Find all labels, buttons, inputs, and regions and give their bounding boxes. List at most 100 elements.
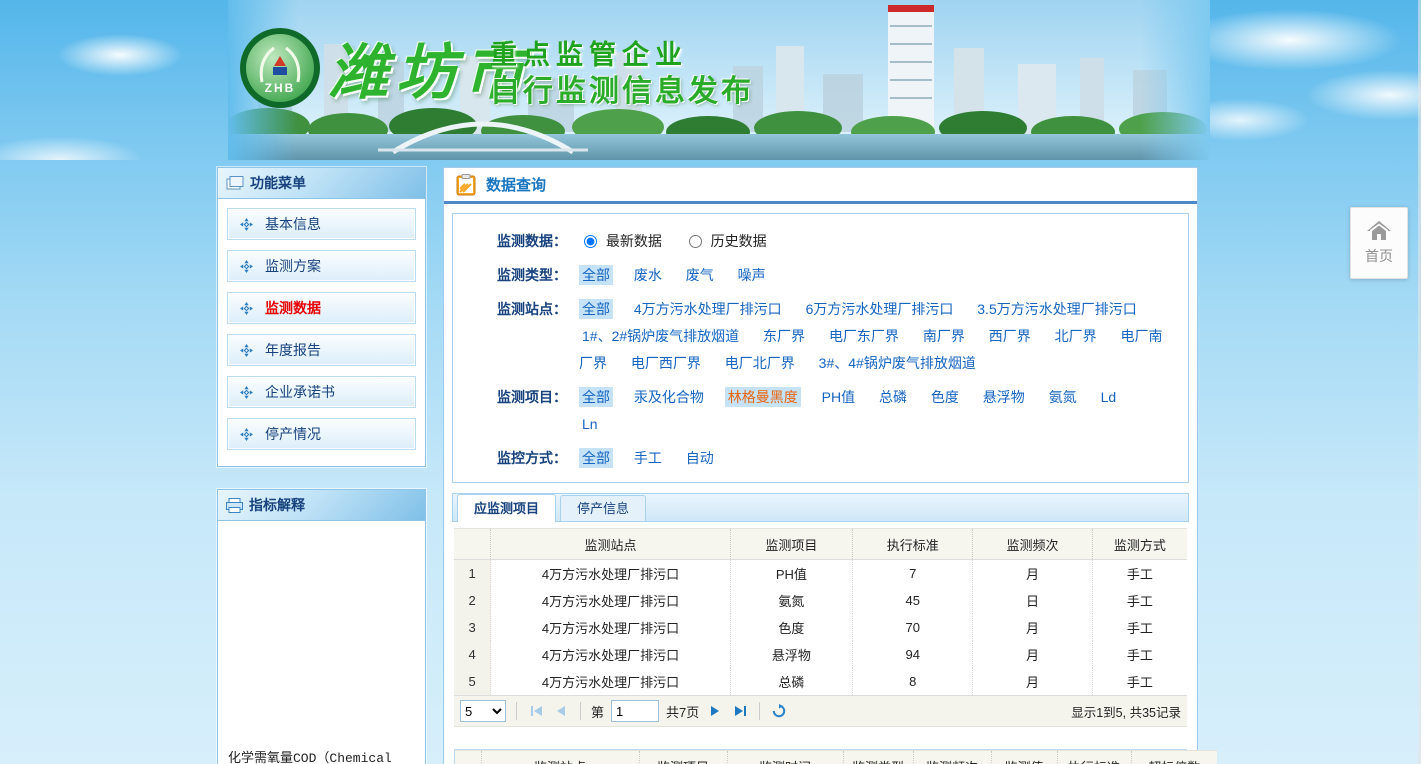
home-button[interactable]: 首页 [1350,207,1408,279]
filter-label: 监测数据： [497,228,579,255]
filter-option[interactable]: 全部 [579,299,613,319]
page-prefix-label: 第 [591,702,604,721]
home-label: 首页 [1365,246,1393,266]
cell: 月 [973,668,1092,695]
table2-header-row: 监测站点 监测项目 监测时间 监测类型 监测频次 监测值 执行标准 超标倍数 [455,751,1217,764]
cell: 4万方污水处理厂排污口 [491,614,731,641]
filter-option[interactable]: 1#、2#锅炉废气排放烟道 [579,326,742,346]
indicator-scrolling-text: 化学需氧量COD（Chemical Oxygen Demand [228,749,418,764]
city-skyline-image: ZHB 潍坊市 重点监管企业 自行监测信息发布 [228,0,1210,160]
filter-option[interactable]: 东厂界 [760,326,808,346]
page-size-select[interactable]: 5 [460,700,506,722]
table-row[interactable]: 24万方污水处理厂排污口氨氮45日手工 [454,587,1187,614]
filter-option[interactable]: 电厂北厂界 [722,353,798,373]
clipboard-icon [456,174,476,196]
cell: 3 [454,614,491,641]
tab-strip: 应监测项目 停产信息 [452,493,1189,522]
last-page-button[interactable] [731,702,749,720]
filter-option[interactable]: 南厂界 [920,326,968,346]
col-header: 监测站点 [481,751,639,764]
sidebar-item-monitor-plan[interactable]: 监测方案 [227,250,416,282]
filter-option[interactable]: 电厂西厂界 [628,353,704,373]
filter-option[interactable]: 电厂东厂界 [826,326,902,346]
col-header: 超标倍数 [1131,751,1217,764]
last-page-icon [734,705,747,717]
filter-option[interactable]: Ld [1098,387,1120,407]
cell: 5 [454,668,491,695]
cell: 4 [454,641,491,668]
filter-option[interactable]: 废气 [683,265,717,285]
filter-option[interactable]: 色度 [928,387,962,407]
filter-option[interactable]: 全部 [579,265,613,285]
filter-option[interactable]: 西厂界 [986,326,1034,346]
col-header: 监测值 [991,751,1057,764]
prev-page-icon [556,705,566,717]
indicator-panel: 指标解释 化学需氧量COD（Chemical Oxygen Demand [217,489,426,764]
filter-option[interactable]: PH值 [819,387,858,407]
filter-option[interactable]: 汞及化合物 [631,387,707,407]
page-title: 数据查询 [486,174,546,195]
filter-row-type: 监测类型： 全部 废水 废气 噪声 [497,262,1168,289]
first-page-icon [530,705,543,717]
table-row[interactable]: 34万方污水处理厂排污口色度70月手工 [454,614,1187,641]
radio-history-input[interactable] [689,235,702,248]
filter-option[interactable]: 废水 [631,265,665,285]
first-page-button[interactable] [527,702,545,720]
radio-history-data[interactable]: 历史数据 [684,233,767,249]
table-row[interactable]: 54万方污水处理厂排污口总磷8月手工 [454,668,1187,695]
filter-option-selected[interactable]: 林格曼黑度 [725,387,801,407]
page-number-input[interactable] [611,700,659,722]
filter-option[interactable]: 北厂界 [1052,326,1100,346]
cell: 70 [853,614,973,641]
filter-option[interactable]: 全部 [579,448,613,468]
table-row[interactable]: 44万方污水处理厂排污口悬浮物94月手工 [454,641,1187,668]
filter-option[interactable]: 全部 [579,387,613,407]
svg-text:ZHB: ZHB [265,81,296,95]
cell: PH值 [730,560,852,588]
tab-monitor-items[interactable]: 应监测项目 [457,494,556,522]
cell: 月 [973,560,1092,588]
table-row[interactable]: 14万方污水处理厂排污口PH值7月手工 [454,560,1187,588]
filter-option[interactable]: 噪声 [735,265,769,285]
filter-row-method: 监控方式： 全部 手工 自动 [497,445,1168,472]
radio-latest-input[interactable] [584,235,597,248]
prev-page-button[interactable] [552,702,570,720]
refresh-icon [772,704,786,718]
filter-option[interactable]: 3#、4#锅炉废气排放烟道 [816,353,979,373]
cell: 日 [973,587,1092,614]
sidebar-item-label: 企业承诺书 [265,382,335,402]
tab-shutdown-info[interactable]: 停产信息 [560,495,646,521]
refresh-button[interactable] [770,702,788,720]
banner-fade-right [1140,0,1210,160]
filter-option[interactable]: 总磷 [876,387,910,407]
cell: 悬浮物 [730,641,852,668]
sidebar-item-shutdown[interactable]: 停产情况 [227,418,416,450]
compass-arrows-icon [240,386,253,399]
cell: 4万方污水处理厂排污口 [491,641,731,668]
filter-option[interactable]: 悬浮物 [980,387,1028,407]
filter-option[interactable]: 6万方污水处理厂排污口 [803,299,957,319]
filter-box: 监测数据： 最新数据 历史数据 监测类型： 全部 废水 [452,213,1189,483]
sidebar-item-commitment[interactable]: 企业承诺书 [227,376,416,408]
cell: 手工 [1092,614,1187,641]
cell: 手工 [1092,668,1187,695]
filter-option[interactable]: 手工 [631,448,665,468]
sidebar-item-annual-report[interactable]: 年度报告 [227,334,416,366]
sidebar-item-basic-info[interactable]: 基本信息 [227,208,416,240]
filter-option[interactable]: 自动 [683,448,717,468]
col-header: 监测类型 [843,751,913,764]
filter-option[interactable]: 氨氮 [1046,387,1080,407]
monitor-items-grid: 监测站点 监测项目 执行标准 监测频次 监测方式 14万方污水处理厂排污口PH值… [454,528,1187,727]
sidebar-item-monitor-data[interactable]: 监测数据 [227,292,416,324]
next-page-button[interactable] [706,702,724,720]
filter-option[interactable]: 3.5万方污水处理厂排污口 [974,299,1139,319]
epb-logo: ZHB [238,26,322,110]
pagination-bar: 5 第 共7页 [454,695,1187,727]
cell: 8 [853,668,973,695]
filter-row-item: 监测项目： 全部 汞及化合物 林格曼黑度 PH值 总磷 色度 悬浮物 氨氮 Ld… [497,384,1168,438]
table1-header-row: 监测站点 监测项目 执行标准 监测频次 监测方式 [454,529,1187,560]
filter-option[interactable]: Ln [579,414,601,434]
filter-option[interactable]: 4万方污水处理厂排污口 [631,299,785,319]
radio-latest-data[interactable]: 最新数据 [579,233,666,249]
cell: 手工 [1092,587,1187,614]
